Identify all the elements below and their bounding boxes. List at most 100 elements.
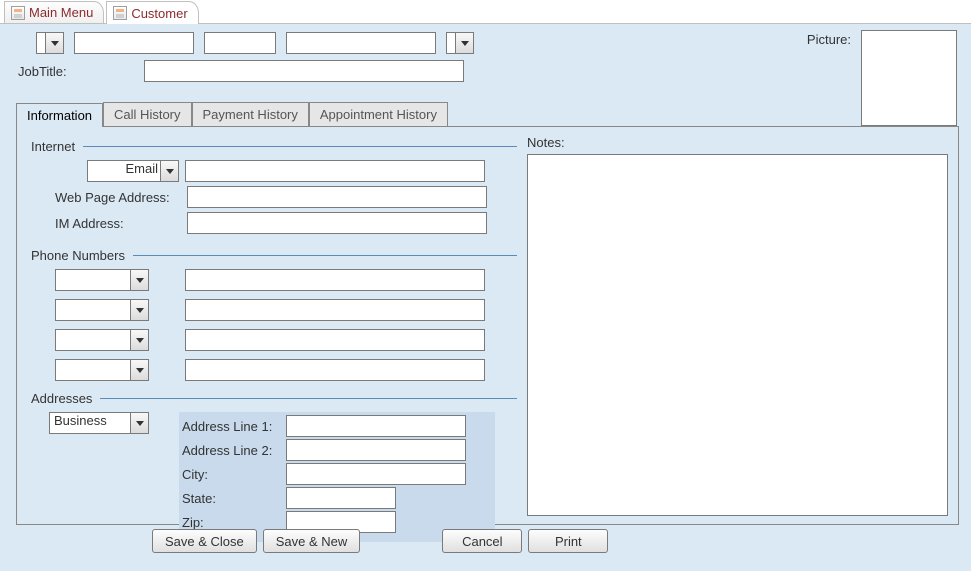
webpage-label: Web Page Address: xyxy=(55,190,181,205)
save-close-label: Save & Close xyxy=(165,534,244,549)
dropdown-button[interactable] xyxy=(130,270,148,290)
phone-input-1[interactable] xyxy=(185,269,485,291)
addr-line1-label: Address Line 1: xyxy=(182,419,280,434)
right-column: Notes: xyxy=(527,135,948,516)
addr-city-input[interactable] xyxy=(286,463,466,485)
internet-group-header: Internet xyxy=(31,139,517,154)
save-close-button[interactable]: Save & Close xyxy=(152,529,257,553)
chevron-down-icon xyxy=(461,41,469,46)
divider-line xyxy=(83,146,517,147)
phone-type-dropdown-1[interactable] xyxy=(55,269,149,291)
form-icon xyxy=(11,6,25,20)
phone-row-2 xyxy=(55,299,517,321)
chevron-down-icon xyxy=(136,368,144,373)
suffix-dropdown-text xyxy=(447,33,455,53)
dropdown-button[interactable] xyxy=(130,413,148,433)
chevron-down-icon xyxy=(136,308,144,313)
addresses-group-label: Addresses xyxy=(31,391,92,406)
tab-customer[interactable]: Customer xyxy=(106,1,198,24)
chevron-down-icon xyxy=(166,169,174,174)
address-type-text: Business xyxy=(50,413,130,433)
im-input[interactable] xyxy=(187,212,487,234)
phone-type-dropdown-4[interactable] xyxy=(55,359,149,381)
phone-type-dropdown-3[interactable] xyxy=(55,329,149,351)
dropdown-button[interactable] xyxy=(130,330,148,350)
form-icon xyxy=(113,6,127,20)
chevron-down-icon xyxy=(136,421,144,426)
email-type-text: Email xyxy=(88,161,160,181)
dropdown-button[interactable] xyxy=(130,300,148,320)
addr-city-row: City: xyxy=(182,463,488,485)
suffix-dropdown[interactable] xyxy=(446,32,474,54)
phones-group-header: Phone Numbers xyxy=(31,248,517,263)
addr-line2-label: Address Line 2: xyxy=(182,443,280,458)
information-panel: Internet Email Web Page Address: IM Addr… xyxy=(16,127,959,525)
tab-main-menu-label: Main Menu xyxy=(29,5,93,20)
title-dropdown[interactable] xyxy=(36,32,64,54)
picture-label: Picture: xyxy=(807,32,851,47)
picture-section: Picture: xyxy=(807,30,957,126)
notes-label: Notes: xyxy=(527,135,948,150)
dropdown-button[interactable] xyxy=(130,360,148,380)
middle-name-input[interactable] xyxy=(204,32,276,54)
addr-state-row: State: xyxy=(182,487,488,509)
first-name-input[interactable] xyxy=(74,32,194,54)
last-name-input[interactable] xyxy=(286,32,436,54)
title-dropdown-text xyxy=(37,33,45,53)
tab-call-history[interactable]: Call History xyxy=(103,102,191,126)
tab-payment-history-label: Payment History xyxy=(203,107,298,122)
dropdown-button[interactable] xyxy=(455,33,473,53)
jobtitle-input[interactable] xyxy=(144,60,464,82)
tab-appointment-history[interactable]: Appointment History xyxy=(309,102,448,126)
dropdown-button[interactable] xyxy=(160,161,178,181)
phones-group-label: Phone Numbers xyxy=(31,248,125,263)
phone-row-1 xyxy=(55,269,517,291)
jobtitle-label: JobTitle: xyxy=(18,64,134,79)
dropdown-button[interactable] xyxy=(45,33,63,53)
address-type-dropdown[interactable]: Business xyxy=(49,412,149,434)
save-new-button[interactable]: Save & New xyxy=(263,529,361,553)
tab-information[interactable]: Information xyxy=(16,103,103,127)
notes-textarea[interactable] xyxy=(527,154,948,516)
picture-box[interactable] xyxy=(861,30,957,126)
phone-input-4[interactable] xyxy=(185,359,485,381)
print-button[interactable]: Print xyxy=(528,529,608,553)
address-block: Business Address Line 1: Address Line 2:… xyxy=(49,412,517,542)
email-type-dropdown[interactable]: Email xyxy=(87,160,179,182)
address-fields: Address Line 1: Address Line 2: City: St… xyxy=(179,412,495,542)
phone-row-4 xyxy=(55,359,517,381)
tab-customer-label: Customer xyxy=(131,6,187,21)
email-row: Email xyxy=(55,160,517,182)
tab-information-label: Information xyxy=(27,108,92,123)
chevron-down-icon xyxy=(51,41,59,46)
addr-zip-label: Zip: xyxy=(182,515,280,530)
phone-input-2[interactable] xyxy=(185,299,485,321)
im-label: IM Address: xyxy=(55,216,181,231)
chevron-down-icon xyxy=(136,278,144,283)
addr-line2-row: Address Line 2: xyxy=(182,439,488,461)
email-input[interactable] xyxy=(185,160,485,182)
cancel-button[interactable]: Cancel xyxy=(442,529,522,553)
divider-line xyxy=(133,255,517,256)
tab-payment-history[interactable]: Payment History xyxy=(192,102,309,126)
print-label: Print xyxy=(555,534,582,549)
addresses-group-header: Addresses xyxy=(31,391,517,406)
addr-state-label: State: xyxy=(182,491,280,506)
phone-row-3 xyxy=(55,329,517,351)
webpage-row: Web Page Address: xyxy=(55,186,517,208)
tab-main-menu[interactable]: Main Menu xyxy=(4,1,104,23)
addr-line1-input[interactable] xyxy=(286,415,466,437)
tab-appointment-history-label: Appointment History xyxy=(320,107,437,122)
addr-line2-input[interactable] xyxy=(286,439,466,461)
internet-group-label: Internet xyxy=(31,139,75,154)
phone-input-3[interactable] xyxy=(185,329,485,351)
divider-line xyxy=(100,398,517,399)
addr-city-label: City: xyxy=(182,467,280,482)
form-body: JobTitle: Picture: Information Call Hist… xyxy=(0,24,971,571)
chevron-down-icon xyxy=(136,338,144,343)
im-row: IM Address: xyxy=(55,212,517,234)
phone-type-dropdown-2[interactable] xyxy=(55,299,149,321)
addr-state-input[interactable] xyxy=(286,487,396,509)
webpage-input[interactable] xyxy=(187,186,487,208)
button-bar: Save & Close Save & New Cancel Print xyxy=(152,529,959,553)
